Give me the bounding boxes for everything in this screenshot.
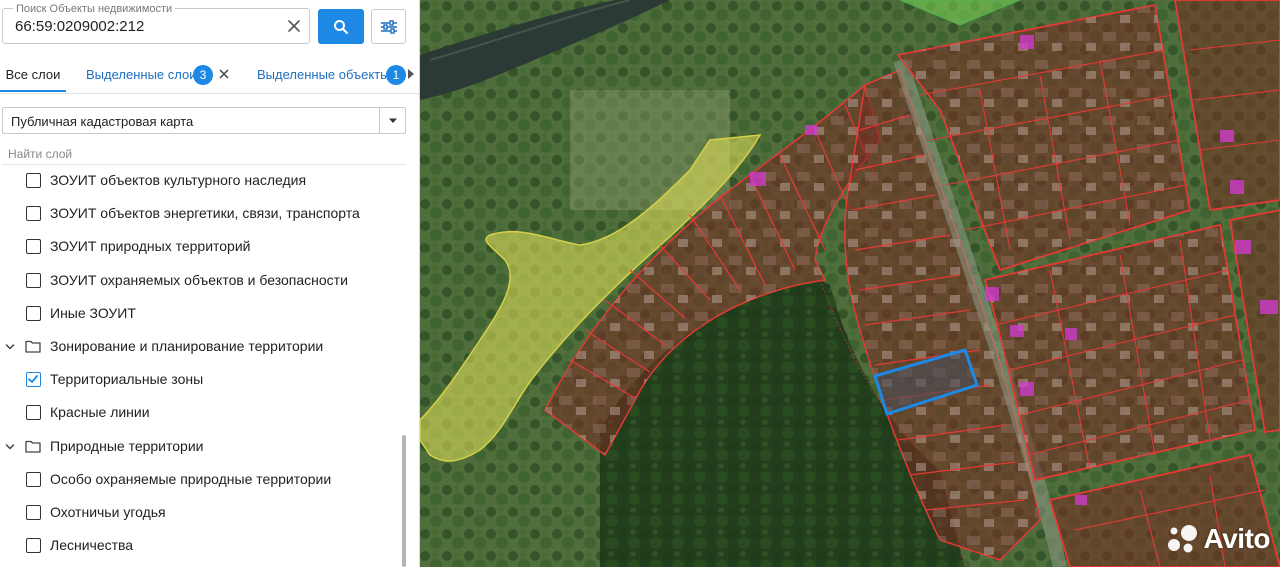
layer-checkbox[interactable] [26, 372, 41, 388]
layer-item[interactable]: ЗОУИТ охраняемых объектов и безопасности [0, 265, 400, 295]
layer-item[interactable]: ЗОУИТ природных территорий [0, 231, 400, 261]
layer-item-label: Иные ЗОУИТ [50, 304, 136, 321]
avito-watermark: Avito [1166, 523, 1271, 555]
search-icon [334, 19, 348, 34]
layer-item[interactable]: Лесничества [0, 530, 400, 560]
selected-layers-count-badge: 3 [193, 65, 213, 85]
layer-checkbox[interactable] [26, 272, 41, 288]
layer-item[interactable]: ЗОУИТ объектов энергетики, связи, трансп… [0, 198, 400, 228]
layer-checkbox[interactable] [26, 305, 41, 321]
tab-selected-objects[interactable]: Выделенные объекты [257, 56, 390, 92]
basemap-select-arrow[interactable] [379, 108, 405, 133]
chevron-down-icon [388, 118, 397, 123]
layer-checkbox[interactable] [26, 173, 41, 188]
layer-checkbox[interactable] [26, 538, 41, 554]
layer-item-label: Территориальные зоны [50, 371, 204, 388]
tabs-scroll-right-button[interactable] [404, 67, 418, 81]
layer-item[interactable]: Территориальные зоны [0, 364, 400, 394]
clear-search-button[interactable] [283, 15, 305, 37]
layer-search-input[interactable] [2, 143, 406, 165]
close-icon [288, 20, 300, 32]
layer-tabs: Все слои Выделенные слои 3 Выделенные об… [0, 56, 419, 94]
map-canvas[interactable] [420, 0, 1280, 567]
layer-item-label: ЗОУИТ природных территорий [50, 238, 251, 255]
folder-icon [25, 340, 41, 353]
cadastral-map[interactable]: Avito [420, 0, 1280, 567]
tab-selected-layers[interactable]: Выделенные слои [86, 56, 196, 92]
layer-checkbox[interactable] [26, 471, 41, 487]
filter-button[interactable] [371, 9, 406, 44]
close-icon [219, 69, 229, 79]
layer-checkbox[interactable] [26, 206, 41, 222]
layer-item[interactable]: Красные линии [0, 397, 400, 427]
layers-panel: Поиск Объекты недвижимости 66:59:0209002… [0, 0, 420, 567]
layer-item-label: ЗОУИТ объектов культурного наследия [50, 172, 307, 188]
chevron-down-icon[interactable] [4, 341, 16, 353]
selected-objects-count-badge: 1 [386, 65, 406, 85]
layer-group[interactable]: Зонирование и планирование территории [0, 331, 400, 361]
layer-list-scrollbar[interactable] [402, 165, 407, 567]
sliders-icon [380, 19, 397, 34]
clear-selected-layers-button[interactable] [217, 67, 231, 81]
scrollbar-thumb[interactable] [402, 435, 406, 567]
layer-item[interactable]: Охотничьи угодья [0, 497, 400, 527]
layer-group-label: Зонирование и планирование территории [50, 338, 324, 354]
chevron-down-icon[interactable] [4, 441, 16, 453]
layer-group-label: Природные территории [50, 437, 204, 454]
layer-item-label: ЗОУИТ объектов энергетики, связи, трансп… [50, 205, 360, 222]
layer-checkbox[interactable] [26, 239, 41, 255]
chevron-right-icon [408, 69, 414, 79]
search-input[interactable]: 66:59:0209002:212 [15, 18, 144, 36]
layer-checkbox[interactable] [26, 405, 41, 421]
search-field[interactable]: Поиск Объекты недвижимости 66:59:0209002… [2, 3, 310, 44]
layer-item[interactable]: Иные ЗОУИТ [0, 298, 400, 328]
folder-icon [25, 440, 41, 453]
layer-item-label: Охотничьи угодья [50, 504, 166, 520]
layer-checkbox[interactable] [26, 505, 41, 520]
search-label: Поиск Объекты недвижимости [13, 3, 176, 15]
search-button[interactable] [318, 9, 364, 44]
layer-item-label: Красные линии [50, 404, 150, 421]
avito-watermark-text: Avito [1203, 523, 1271, 554]
layer-item-label: Лесничества [50, 537, 134, 554]
layer-item[interactable]: ЗОУИТ объектов культурного наследия [0, 165, 400, 195]
layer-item[interactable]: Особо охраняемые природные территории [0, 464, 400, 494]
layer-group[interactable]: Природные территории [0, 431, 400, 461]
check-icon [28, 375, 38, 384]
basemap-select-value: Публичная кадастровая карта [11, 114, 194, 129]
basemap-select[interactable]: Публичная кадастровая карта [2, 107, 406, 134]
layer-list: ЗОУИТ объектов культурного наследия ЗОУИТ… [0, 165, 400, 567]
tab-all-layers[interactable]: Все слои [0, 56, 66, 92]
layer-item-label: ЗОУИТ охраняемых объектов и безопасности [50, 271, 348, 288]
layer-item-label: Особо охраняемые природные территории [50, 470, 332, 487]
avito-logo-icon [1167, 525, 1197, 553]
